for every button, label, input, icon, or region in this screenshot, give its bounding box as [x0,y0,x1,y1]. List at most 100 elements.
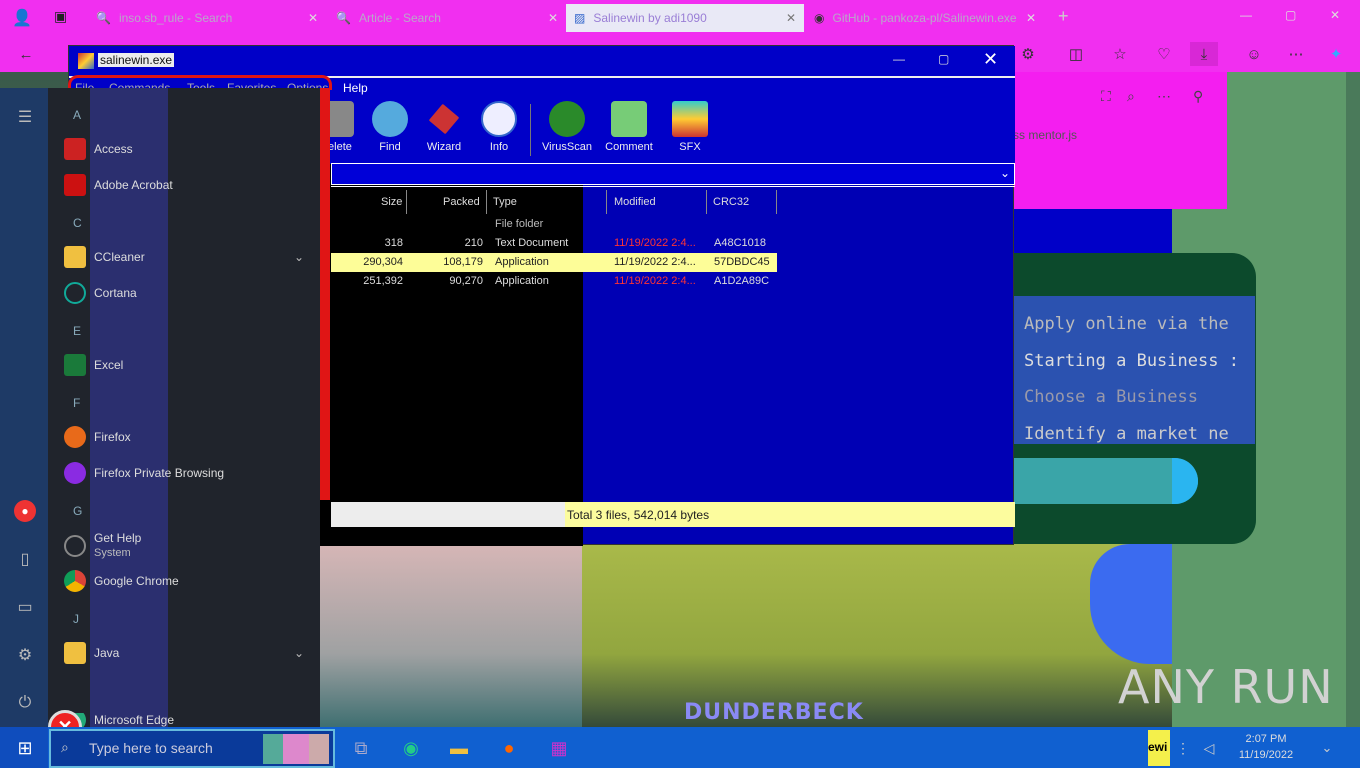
table-row[interactable]: File folder [331,215,777,234]
column-header-modified[interactable]: Modified [614,196,656,208]
chevron-down-icon[interactable]: ⌄ [294,250,304,264]
maximize-icon[interactable]: ▢ [938,52,949,66]
cta-button[interactable] [1013,458,1198,504]
tab-3[interactable]: ▨ Salinewin by adi1090 ✕ [566,4,804,32]
sfx-icon [672,101,708,137]
more-icon[interactable]: ⋯ [1282,42,1310,66]
tool-label: Find [379,141,401,153]
sfx-button[interactable]: SFX [665,101,715,153]
new-tab-icon[interactable]: + [1058,6,1069,27]
favorites-icon[interactable]: ☆ [1106,42,1134,66]
profile-icon[interactable]: 👤 [12,8,32,28]
section-letter[interactable]: F [73,396,80,410]
app-get-help[interactable]: Get Help System [64,531,141,561]
column-header-type[interactable]: Type [493,196,517,208]
scrollbar[interactable] [1346,72,1360,727]
card-line[interactable]: Starting a Business : [1024,351,1252,371]
close-icon[interactable]: ✕ [1026,11,1036,25]
taskbar-clock[interactable]: 2:07 PM 11/19/2022 [1230,731,1302,763]
tab-actions-icon[interactable]: ▣ [54,8,67,25]
folder-ccleaner[interactable]: CCleaner ⌄ [64,245,304,269]
search-icon: 🔍 [96,11,111,25]
table-row-selected[interactable]: 290,304 108,179 Application 11/19/2022 2… [331,253,777,272]
power-icon[interactable]: ⏻ [14,692,36,714]
close-icon[interactable]: ✕ [983,49,998,70]
tab-1[interactable]: 🔍 inso.sb_rule - Search ✕ [88,4,326,32]
menu-help[interactable]: Help [343,81,368,95]
close-icon[interactable]: ✕ [308,11,318,25]
minimize-icon[interactable]: — [893,52,905,66]
documents-icon[interactable]: ▯ [14,548,36,570]
search-icon[interactable]: ⌕ [1127,88,1135,105]
folder-icon [64,246,86,268]
downloads-icon[interactable]: ⤓ [1190,42,1218,66]
pictures-icon[interactable]: ▭ [14,596,36,618]
table-row[interactable]: 251,392 90,270 Application 11/19/2022 2:… [331,272,777,291]
chevron-down-icon[interactable]: ⌄ [1000,166,1010,180]
column-header-crc32[interactable]: CRC32 [713,196,749,208]
section-letter[interactable]: G [73,504,82,518]
column-header-size[interactable]: Size [381,196,402,208]
find-button[interactable]: Find [365,101,415,153]
path-dropdown[interactable]: ⌄ [331,163,1015,185]
notifications-chevron-icon[interactable]: ⌄ [1312,734,1342,762]
maximize-icon[interactable]: ▢ [1285,8,1296,22]
section-letter[interactable]: C [73,216,82,230]
tab-2[interactable]: 🔍 Article - Search ✕ [328,4,566,32]
section-letter[interactable]: A [73,108,81,122]
info-button[interactable]: Info [474,101,524,153]
settings-icon[interactable]: ⚙ [14,644,36,666]
split-screen-icon[interactable]: ◫ [1062,42,1090,66]
taskbar-search-box[interactable]: ⌕ Type here to search [49,729,335,768]
browser-essentials-icon[interactable]: ♡ [1150,42,1178,66]
tray-app-label[interactable]: ewi [1148,730,1170,766]
app-firefox-private[interactable]: Firefox Private Browsing [64,461,224,485]
user-account-icon[interactable]: ● [14,500,36,522]
volume-icon[interactable]: ◁ [1194,734,1224,762]
pin-icon[interactable]: ⚲ [1193,88,1203,105]
edge-icon[interactable]: ◉ [396,734,426,762]
comment-button[interactable]: Comment [603,101,655,153]
app-label: Cortana [94,286,137,300]
card-line[interactable]: Choose a Business [1024,387,1252,407]
close-icon[interactable]: ✕ [548,11,558,25]
folder-icon [64,642,86,664]
table-row[interactable]: 318 210 Text Document 11/19/2022 2:4... … [331,234,777,253]
windows-start-icon[interactable]: ⊞ [10,734,40,762]
col-divider [406,190,407,214]
window-title: salinewin.exe [98,53,175,67]
section-letter[interactable]: J [73,612,79,626]
app-adobe-acrobat[interactable]: Adobe Acrobat [64,173,173,197]
close-icon[interactable]: ✕ [786,11,796,25]
task-view-icon[interactable]: ⧉ [346,734,376,762]
more-icon[interactable]: ⋯ [1157,88,1171,105]
app-firefox[interactable]: Firefox [64,425,131,449]
column-header-packed[interactable]: Packed [443,196,480,208]
chevron-down-icon[interactable]: ⌄ [294,646,304,660]
download-filename[interactable]: ss mentor.js [1013,128,1077,142]
app-excel[interactable]: Excel [64,353,123,377]
winrar-icon[interactable]: ▦ [544,734,574,762]
firefox-icon[interactable]: ● [494,734,524,762]
back-icon[interactable]: ← [12,42,40,66]
virusscan-button[interactable]: VirusScan [541,101,593,153]
app-access[interactable]: Access [64,137,133,161]
file-explorer-icon[interactable]: ▬ [444,734,474,762]
crop-icon[interactable]: ⛶ [1101,88,1111,105]
wizard-button[interactable]: Wizard [419,101,469,153]
minimize-icon[interactable]: — [1240,8,1252,22]
card-line[interactable]: Apply online via the [1024,314,1252,334]
app-label: CCleaner [94,250,145,264]
app-cortana[interactable]: Cortana [64,281,137,305]
clock-time: 2:07 PM [1245,733,1287,745]
card-line[interactable]: Identify a market ne [1024,424,1252,444]
tab-4[interactable]: ◉ GitHub - pankoza-pl/Salinewin.exe ✕ [806,4,1044,32]
copilot-icon[interactable]: ✦ [1322,42,1350,66]
folder-java[interactable]: Java ⌄ [64,641,304,665]
section-letter[interactable]: E [73,324,81,338]
close-window-icon[interactable]: ✕ [1330,8,1340,22]
hamburger-menu-icon[interactable]: ☰ [14,106,36,128]
app-google-chrome[interactable]: Google Chrome [64,569,179,593]
feedback-icon[interactable]: ☺ [1240,42,1268,66]
extensions-icon[interactable]: ⚙ [1014,42,1042,66]
